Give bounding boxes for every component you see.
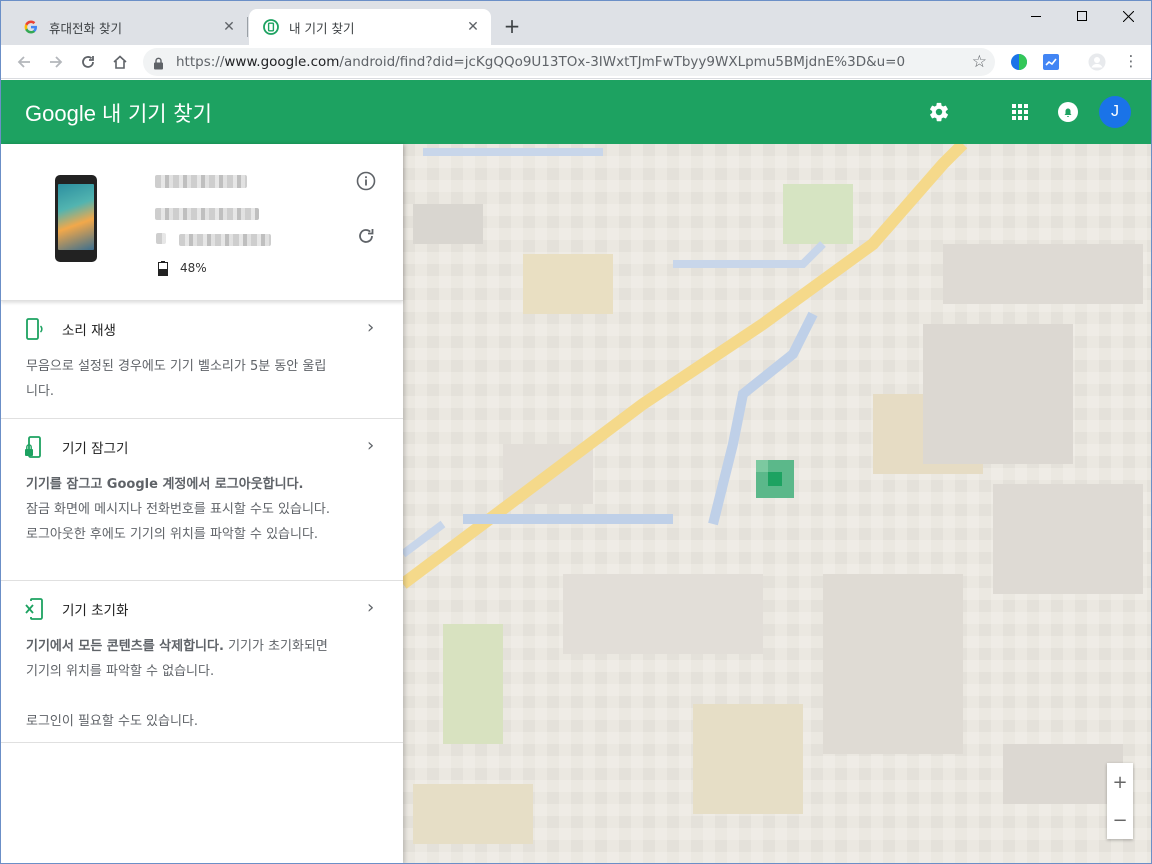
device-name-redacted — [155, 175, 247, 188]
device-lastseen-redacted — [155, 208, 259, 220]
tab-strip: 휴대전화 찾기 ✕ 내 기기 찾기 ✕ + — [1, 1, 1151, 45]
battery-level: 48% — [180, 261, 207, 275]
erase-device-description-bold: 기기에서 모든 콘텐츠를 삭제합니다. — [26, 639, 224, 654]
chevron-right-icon[interactable]: › — [367, 597, 374, 618]
erase-device-note: 로그인이 필요할 수도 있습니다. — [26, 714, 199, 729]
bookmark-star-icon[interactable]: ☆ — [972, 52, 987, 72]
tab-title: 휴대전화 찾기 — [49, 20, 122, 36]
refresh-icon[interactable] — [355, 225, 377, 247]
tab-separator — [247, 17, 248, 37]
google-g-icon — [23, 19, 39, 35]
url-host: www.google.com — [224, 54, 340, 70]
lock-device-action[interactable]: 기기 잠그기 › 기기를 잠그고 Google 계정에서 로그아웃합니다. 잠금 … — [1, 419, 403, 581]
find-device-favicon-icon — [263, 19, 279, 35]
lock-device-title: 기기 잠그기 — [62, 441, 129, 457]
maximize-icon[interactable] — [1059, 1, 1105, 31]
battery-icon — [158, 261, 168, 276]
erase-device-title: 기기 초기화 — [62, 603, 129, 619]
zoom-in-button[interactable]: + — [1107, 763, 1133, 801]
apps-grid-icon[interactable] — [1008, 100, 1032, 124]
wifi-icon — [156, 233, 166, 244]
phone-erase-icon — [25, 598, 43, 620]
device-network-redacted — [179, 234, 271, 246]
google-logo: Google — [25, 101, 96, 126]
app-brand[interactable]: Google 내 기기 찾기 — [25, 98, 212, 128]
profile-icon[interactable] — [1088, 53, 1106, 71]
back-arrow-icon[interactable] — [11, 49, 37, 75]
extension-icon[interactable] — [1010, 53, 1028, 71]
play-sound-action[interactable]: 소리 재생 › 무음으로 설정된 경우에도 기기 벨소리가 5분 동안 울립니다… — [1, 301, 403, 419]
phone-ring-icon — [26, 318, 43, 340]
tab-close-icon[interactable]: ✕ — [221, 19, 237, 35]
browser-toolbar: https://www.google.com/android/find?did=… — [1, 45, 1151, 79]
zoom-out-button[interactable]: − — [1107, 801, 1133, 839]
play-sound-title: 소리 재생 — [62, 323, 116, 339]
new-tab-button[interactable]: + — [501, 15, 523, 37]
lock-device-description-text: 잠금 화면에 메시지나 전화번호를 표시할 수도 있습니다. 로그아웃한 후에도… — [26, 502, 331, 542]
reload-icon[interactable] — [75, 49, 101, 75]
play-sound-description: 무음으로 설정된 경우에도 기기 벨소리가 5분 동안 울립니다. — [26, 359, 327, 399]
url-path: /android/find?did=jcKgQQo9U13TOx-3IWxtTJ… — [339, 54, 906, 70]
address-bar[interactable]: https://www.google.com/android/find?did=… — [143, 48, 995, 76]
map-tiles — [403, 144, 1151, 863]
browser-menu-icon[interactable]: ⋮ — [1122, 53, 1140, 71]
chevron-right-icon[interactable]: › — [367, 435, 374, 456]
url-text: https://www.google.com/android/find?did=… — [176, 54, 905, 70]
tab-find-phone[interactable]: 휴대전화 찾기 ✕ — [9, 9, 247, 45]
side-panel: 48% 소리 재생 › 무음으로 설정된 경우에도 기기 벨소리가 5분 동안 … — [1, 144, 403, 863]
browser-window: 휴대전화 찾기 ✕ 내 기기 찾기 ✕ + https://www.google… — [0, 0, 1152, 864]
chevron-right-icon[interactable]: › — [367, 317, 374, 338]
window-close-icon[interactable] — [1105, 1, 1151, 31]
map-view[interactable] — [403, 144, 1151, 863]
url-scheme: https:// — [176, 54, 225, 70]
device-card: 48% — [1, 144, 403, 301]
app-header: Google 내 기기 찾기 J — [1, 80, 1151, 144]
app-title: 내 기기 찾기 — [101, 102, 212, 126]
lock-device-description: 기기를 잠그고 Google 계정에서 로그아웃합니다. 잠금 화면에 메시지나 … — [26, 472, 336, 547]
tab-find-device[interactable]: 내 기기 찾기 ✕ — [249, 9, 491, 45]
phone-lock-icon — [25, 436, 41, 458]
zoom-control: + − — [1107, 763, 1133, 839]
info-icon[interactable] — [355, 170, 377, 192]
device-image — [55, 175, 97, 262]
lock-device-description-bold: 기기를 잠그고 Google 계정에서 로그아웃합니다. — [26, 477, 304, 492]
lock-icon — [153, 55, 164, 74]
settings-gear-icon[interactable] — [927, 100, 951, 124]
forward-arrow-icon[interactable] — [43, 49, 69, 75]
extension-chart-icon[interactable] — [1042, 53, 1060, 71]
minimize-icon[interactable] — [1013, 1, 1059, 31]
erase-device-action[interactable]: 기기 초기화 › 기기에서 모든 콘텐츠를 삭제합니다. 기기가 초기화되면 기… — [1, 581, 403, 743]
home-icon[interactable] — [107, 49, 133, 75]
account-avatar[interactable]: J — [1099, 96, 1131, 128]
tab-title: 내 기기 찾기 — [289, 20, 355, 36]
erase-device-description: 기기에서 모든 콘텐츠를 삭제합니다. 기기가 초기화되면 기기의 위치를 파악… — [26, 634, 336, 734]
notifications-bell-icon[interactable] — [1056, 100, 1080, 124]
device-screen — [58, 184, 94, 250]
tab-close-icon[interactable]: ✕ — [465, 19, 481, 35]
